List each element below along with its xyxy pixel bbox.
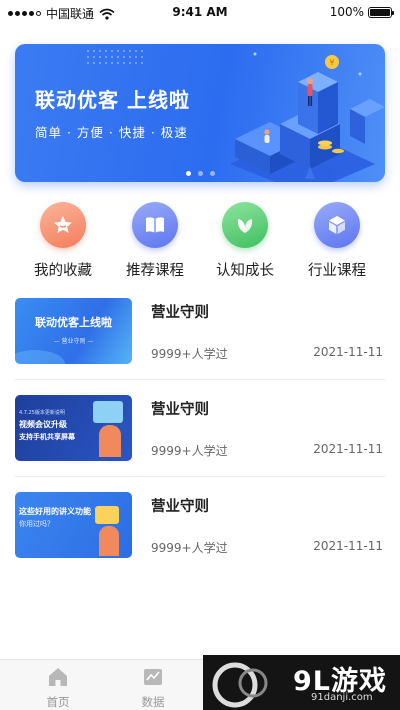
monitor-graphic (93, 401, 123, 423)
thumbnail-subtitle: 你用过吗？ (19, 520, 54, 528)
watermark-logo (212, 662, 268, 708)
isometric-illustration: ¥ (230, 52, 385, 182)
category-label: 推荐课程 (126, 263, 184, 279)
person-graphic (99, 526, 119, 556)
course-title: 营业守则 (151, 402, 209, 418)
battery-icon (368, 6, 394, 18)
course-title: 营业守则 (151, 305, 209, 321)
status-right: 100% (329, 5, 394, 19)
course-learners: 9999+人学过 (151, 444, 228, 458)
book-icon (132, 202, 178, 248)
thumbnail-title: 视频会议升级 (19, 420, 67, 429)
course-thumbnail: 这些好用的讲义功能 你用过吗？ (15, 492, 132, 558)
tab-data[interactable]: 数据 (123, 666, 183, 710)
category-label: 我的收藏 (34, 263, 92, 279)
status-bar: 中国联通 9:41 AM 100% (0, 0, 400, 26)
divider (15, 476, 385, 477)
course-thumbnail: 4.7.25版本更新说明 视频会议升级 支持手机共享屏幕 (15, 395, 132, 461)
thumbnail-subtitle: 支持手机共享屏幕 (19, 433, 75, 441)
category-label: 行业课程 (308, 263, 366, 279)
course-learners: 9999+人学过 (151, 541, 228, 555)
category-recommended[interactable]: 推荐课程 (110, 202, 200, 280)
battery-percent: 100% (329, 5, 364, 19)
board-graphic (95, 506, 119, 524)
thumbnail-subtitle: — 营业守则 — (53, 338, 94, 345)
thumbnail-title: 联动优客上线啦 (35, 316, 112, 329)
category-favorites[interactable]: 我的收藏 (18, 202, 108, 280)
person-graphic (99, 425, 121, 457)
banner-subtitle: 简单 · 方便 · 快捷 · 极速 (35, 125, 188, 140)
thumbnail-decoration (15, 350, 65, 364)
course-title: 营业守则 (151, 499, 209, 515)
tab-label: 数据 (141, 695, 165, 709)
course-thumbnail: 联动优客上线啦 — 营业守则 — (15, 298, 132, 364)
course-date: 2021-11-11 (313, 442, 383, 456)
course-item[interactable]: 4.7.25版本更新说明 视频会议升级 支持手机共享屏幕 营业守则 9999+人… (15, 395, 385, 475)
pager-dot[interactable] (185, 171, 191, 176)
battery-level (370, 8, 390, 16)
course-item[interactable]: 联动优客上线啦 — 营业守则 — 营业守则 9999+人学过 2021-11-1… (15, 298, 385, 378)
course-date: 2021-11-11 (313, 539, 383, 553)
category-industry[interactable]: 行业课程 (292, 202, 382, 280)
cube-icon (314, 202, 360, 248)
star-icon (40, 202, 86, 248)
thumbnail-title: 这些好用的讲义功能 (19, 507, 91, 516)
pager-dot[interactable] (197, 171, 203, 176)
watermark-subtext: 91danji.com (311, 692, 373, 703)
site-watermark: 9L游戏 91danji.com (203, 655, 400, 710)
home-icon (49, 668, 67, 686)
category-growth[interactable]: 认知成长 (200, 202, 290, 280)
course-learners: 9999+人学过 (151, 347, 228, 361)
tab-label: 首页 (46, 695, 70, 709)
thumbnail-tag: 4.7.25版本更新说明 (19, 410, 65, 416)
course-date: 2021-11-11 (313, 345, 383, 359)
banner-title: 联动优客 上线啦 (35, 88, 190, 112)
course-item[interactable]: 这些好用的讲义功能 你用过吗？ 营业守则 9999+人学过 2021-11-11 (15, 492, 385, 572)
svg-text:¥: ¥ (329, 58, 334, 67)
tab-home[interactable]: 首页 (28, 666, 88, 710)
banner-decoration (85, 48, 145, 64)
category-grid: 我的收藏 推荐课程 认知成长 行业课程 (0, 202, 400, 280)
leaf-icon (222, 202, 268, 248)
banner-pager (15, 171, 385, 176)
chart-icon (144, 669, 162, 685)
divider (15, 379, 385, 380)
pager-dot[interactable] (209, 171, 215, 176)
category-label: 认知成长 (216, 263, 274, 279)
promo-banner[interactable]: 联动优客 上线啦 简单 · 方便 · 快捷 · 极速 ¥ (15, 44, 385, 182)
